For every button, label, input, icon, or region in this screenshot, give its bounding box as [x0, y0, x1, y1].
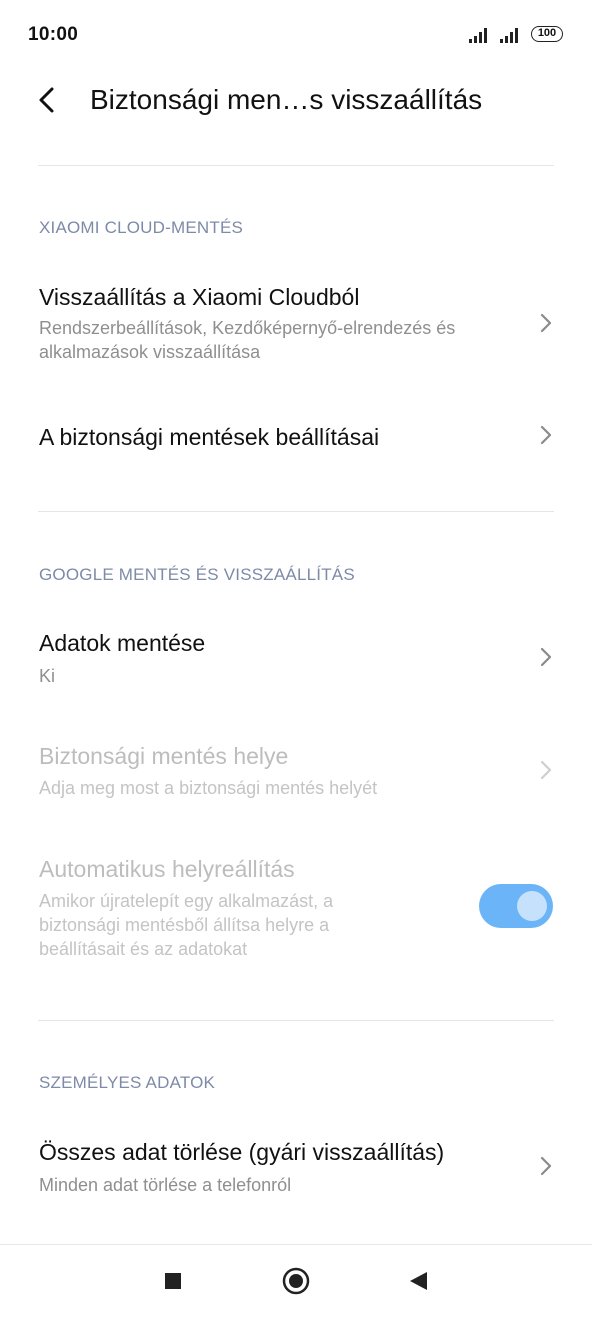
item-title: Visszaállítás a Xiaomi Cloudból [39, 284, 360, 310]
item-subtitle: Minden adat törlése a telefonról [39, 1175, 292, 1195]
item-subtitle: Adja meg most a biztonsági mentés helyét [39, 778, 378, 798]
backup-settings-item[interactable]: A biztonsági mentések beállításai [0, 400, 592, 474]
item-title: Összes adat törlése (gyári visszaállítás… [39, 1139, 445, 1165]
item-title: Adatok mentése [39, 630, 206, 656]
app-bar: Biztonsági men…s visszaállítás [0, 70, 592, 134]
divider [38, 511, 554, 512]
auto-restore-toggle[interactable] [479, 884, 553, 928]
chevron-right-icon [540, 647, 552, 667]
section-header-cloud: XIAOMI CLOUD-MENTÉS [39, 218, 244, 237]
divider [38, 165, 554, 166]
chevron-right-icon [540, 313, 552, 333]
backup-location-item: Biztonsági mentés helye Adja meg most a … [0, 730, 592, 814]
item-title: Biztonsági mentés helye [39, 743, 289, 769]
item-title: Automatikus helyreállítás [39, 856, 295, 882]
page-title: Biztonsági men…s visszaállítás [90, 84, 483, 115]
item-title: A biztonsági mentések beállításai [39, 424, 380, 450]
item-subtitle: Rendszerbeállítások, Kezdőképernyő-elren… [39, 318, 456, 362]
status-time: 10:00 [28, 24, 79, 45]
restore-from-cloud-item[interactable]: Visszaállítás a Xiaomi Cloudból Rendszer… [0, 270, 592, 380]
status-bar: 10:00 100 [0, 0, 592, 70]
factory-reset-item[interactable]: Összes adat törlése (gyári visszaállítás… [0, 1125, 592, 1209]
navigation-bar [0, 1244, 592, 1317]
item-subtitle: Amikor újratelepít egy alkalmazást, a bi… [39, 891, 334, 959]
section-header-google: GOOGLE MENTÉS ÉS VISSZAÁLLÍTÁS [39, 565, 355, 584]
chevron-right-icon [540, 1156, 552, 1176]
signal-icon [500, 28, 518, 43]
circle-home-icon[interactable] [282, 1267, 310, 1295]
divider [38, 1020, 554, 1021]
backup-data-item[interactable]: Adatok mentése Ki [0, 616, 592, 700]
chevron-right-icon [540, 760, 552, 780]
item-subtitle: Ki [39, 666, 56, 686]
chevron-right-icon [540, 425, 552, 445]
section-header-personal: SZEMÉLYES ADATOK [39, 1073, 216, 1092]
square-recents-icon[interactable] [163, 1271, 183, 1291]
triangle-back-icon[interactable] [407, 1270, 429, 1292]
chevron-left-icon[interactable] [32, 84, 64, 116]
battery-icon: 100 [531, 26, 563, 42]
signal-icon [469, 28, 487, 43]
toggle-knob [517, 891, 547, 921]
